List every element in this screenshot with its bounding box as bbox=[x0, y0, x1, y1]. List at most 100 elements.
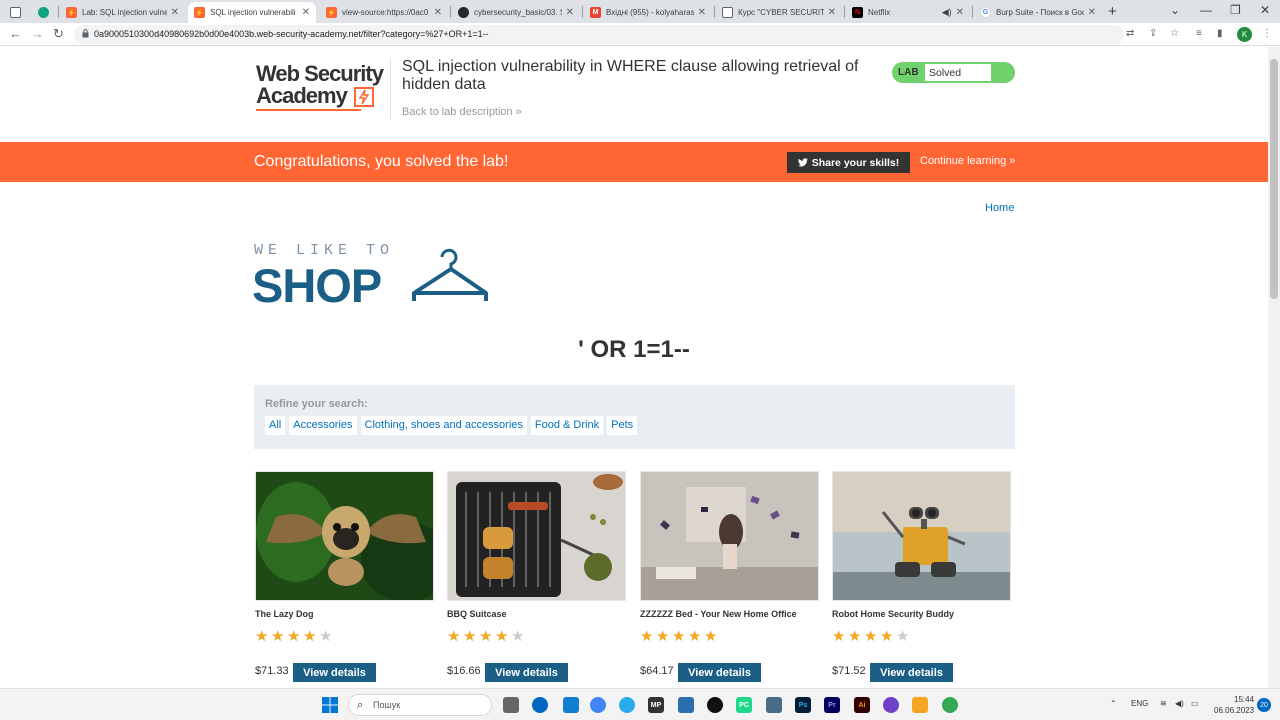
page-scrollbar[interactable] bbox=[1268, 47, 1280, 688]
tab-search-chevron-icon[interactable]: ⌄ bbox=[1170, 3, 1180, 17]
language-indicator[interactable]: ENG bbox=[1131, 699, 1148, 708]
product-name: Robot Home Security Buddy bbox=[832, 609, 955, 619]
illustrator-icon[interactable]: Ai bbox=[854, 697, 870, 713]
close-icon[interactable]: ✕ bbox=[434, 7, 442, 18]
bookmark-star-icon[interactable]: ☆ bbox=[1170, 28, 1179, 39]
view-details-button[interactable]: View details bbox=[485, 663, 568, 682]
windows-taskbar: ⌕ Пошук MP PC Ps Pr Ai ⌃ ENG ≋ ◀) ▭ 15:4… bbox=[0, 688, 1280, 720]
mail-app-icon[interactable] bbox=[563, 697, 579, 713]
tab-generic[interactable] bbox=[4, 2, 30, 23]
side-panel-icon[interactable]: ▮ bbox=[1217, 28, 1223, 39]
show-hidden-icons-chevron-icon[interactable]: ⌃ bbox=[1110, 699, 1117, 708]
continue-learning-link[interactable]: Continue learning » bbox=[920, 155, 1015, 167]
tab-google-search[interactable]: G Burp Suite - Поиск в Goo ✕ bbox=[974, 2, 1102, 23]
back-to-lab-description-link[interactable]: Back to lab description » bbox=[402, 106, 522, 118]
home-link[interactable]: Home bbox=[985, 202, 1014, 214]
github-icon bbox=[458, 7, 469, 18]
star-empty-icon: ★ bbox=[319, 628, 333, 645]
product-image-bbq-suitcase[interactable] bbox=[447, 471, 626, 601]
github-desktop-icon[interactable] bbox=[707, 697, 723, 713]
share-icon[interactable]: ⇪ bbox=[1149, 28, 1157, 39]
share-skills-button[interactable]: Share your skills! bbox=[787, 152, 910, 173]
search-icon: ⌕ bbox=[357, 699, 364, 711]
calculator-icon[interactable] bbox=[678, 697, 694, 713]
minimize-icon[interactable]: — bbox=[1200, 3, 1212, 17]
tab-active-lab[interactable]: ⚡ SQL injection vulnerabili ✕ bbox=[188, 2, 316, 23]
tab-github[interactable]: cybersecurity_basic/03. S ✕ bbox=[452, 2, 580, 23]
product-rating: ★ ★ ★ ★ ★ bbox=[255, 629, 334, 644]
tab-course[interactable]: Курс "CYBER SECURITY B ✕ bbox=[716, 2, 842, 23]
filter-clothing[interactable]: Clothing, shoes and accessories bbox=[360, 416, 527, 435]
mpc-player-icon[interactable]: MP bbox=[648, 697, 664, 713]
postgres-icon[interactable] bbox=[766, 697, 782, 713]
tab-gmail[interactable]: M Вхідні (955) - kolyaharas ✕ bbox=[584, 2, 712, 23]
view-details-button[interactable]: View details bbox=[678, 663, 761, 682]
forward-arrow-icon[interactable]: → bbox=[31, 26, 44, 41]
telegram-icon[interactable] bbox=[619, 697, 635, 713]
star-filled-icon: ★ bbox=[287, 628, 301, 645]
notification-badge[interactable]: 20 bbox=[1257, 698, 1271, 712]
menu-dots-icon[interactable]: ⋮ bbox=[1262, 28, 1272, 39]
photoshop-icon[interactable]: Ps bbox=[795, 697, 811, 713]
close-window-icon[interactable]: ✕ bbox=[1260, 3, 1270, 17]
web-security-academy-logo[interactable]: Web Security Academy bbox=[256, 61, 391, 111]
shop-brand: SHOP bbox=[252, 259, 382, 312]
cortana-icon[interactable] bbox=[532, 697, 548, 713]
pycharm-icon[interactable]: PC bbox=[736, 697, 752, 713]
new-tab-button[interactable]: + bbox=[1108, 3, 1117, 20]
filter-food-drink[interactable]: Food & Drink bbox=[530, 416, 604, 435]
close-icon[interactable]: ✕ bbox=[302, 7, 310, 18]
battery-icon[interactable]: ▭ bbox=[1191, 699, 1199, 708]
github-app-icon[interactable] bbox=[883, 697, 899, 713]
product-image-robot-buddy[interactable] bbox=[832, 471, 1011, 601]
profile-avatar[interactable]: K bbox=[1237, 27, 1252, 42]
speaker-icon[interactable]: ◀) bbox=[942, 7, 952, 18]
taskbar-search[interactable]: ⌕ Пошук bbox=[348, 694, 492, 716]
close-icon[interactable]: ✕ bbox=[698, 7, 706, 18]
filter-pets[interactable]: Pets bbox=[607, 416, 638, 435]
volume-icon[interactable]: ◀) bbox=[1175, 699, 1184, 708]
close-icon[interactable]: ✕ bbox=[171, 7, 179, 18]
restore-icon[interactable]: ❐ bbox=[1230, 3, 1241, 17]
filter-accessories[interactable]: Accessories bbox=[289, 416, 357, 435]
filter-all[interactable]: All bbox=[265, 416, 286, 435]
address-bar[interactable]: 0a9000510300d40980692b0d00e4003b.web-sec… bbox=[74, 25, 1124, 44]
clothes-hanger-icon bbox=[412, 248, 488, 301]
task-view-icon[interactable] bbox=[503, 697, 519, 713]
view-details-button[interactable]: View details bbox=[293, 663, 376, 682]
reading-list-icon[interactable]: ≡ bbox=[1196, 28, 1202, 39]
premiere-icon[interactable]: Pr bbox=[824, 697, 840, 713]
tab-netflix[interactable]: N Netflix ◀) ✕ bbox=[846, 2, 970, 23]
close-icon[interactable]: ✕ bbox=[566, 7, 574, 18]
product-image-zzzzzz-bed[interactable] bbox=[640, 471, 819, 601]
filter-panel: Refine your search: All Accessories Clot… bbox=[254, 385, 1015, 449]
tab-title: Netflix bbox=[868, 8, 891, 17]
system-clock[interactable]: 15:44 06.06.2023 bbox=[1214, 694, 1254, 716]
tab-chatgpt[interactable] bbox=[32, 2, 56, 23]
reload-icon[interactable]: ↻ bbox=[53, 26, 64, 42]
back-arrow-icon[interactable]: ← bbox=[9, 26, 22, 41]
clock-time: 15:44 bbox=[1234, 695, 1255, 704]
wifi-icon[interactable]: ≋ bbox=[1160, 699, 1167, 708]
translate-icon[interactable]: ⇄ bbox=[1126, 28, 1134, 39]
snipping-tool-icon[interactable] bbox=[912, 697, 928, 713]
tab-view-source[interactable]: ⚡ view-source:https://0ac0 ✕ bbox=[320, 2, 448, 23]
product-rating: ★ ★ ★ ★ ★ bbox=[640, 629, 719, 644]
course-icon bbox=[722, 7, 733, 18]
close-icon[interactable]: ✕ bbox=[828, 7, 836, 18]
product-image-lazy-dog[interactable] bbox=[255, 471, 434, 601]
close-icon[interactable]: ✕ bbox=[1088, 7, 1096, 18]
tab-lab-description[interactable]: ⚡ Lab: SQL injection vulnera ✕ bbox=[60, 2, 185, 23]
star-filled-icon: ★ bbox=[880, 628, 894, 645]
chrome-icon[interactable] bbox=[590, 697, 606, 713]
chrome-active-icon[interactable] bbox=[942, 697, 958, 713]
status-label: LAB bbox=[898, 67, 919, 78]
scrollbar-thumb[interactable] bbox=[1270, 59, 1278, 299]
star-filled-icon: ★ bbox=[640, 628, 654, 645]
windows-start-icon[interactable] bbox=[322, 697, 338, 713]
view-details-button[interactable]: View details bbox=[870, 663, 953, 682]
lock-icon bbox=[82, 29, 89, 38]
close-icon[interactable]: ✕ bbox=[956, 7, 964, 18]
tab-title: view-source:https://0ac0 bbox=[342, 8, 429, 17]
product-rating: ★ ★ ★ ★ ★ bbox=[447, 629, 526, 644]
